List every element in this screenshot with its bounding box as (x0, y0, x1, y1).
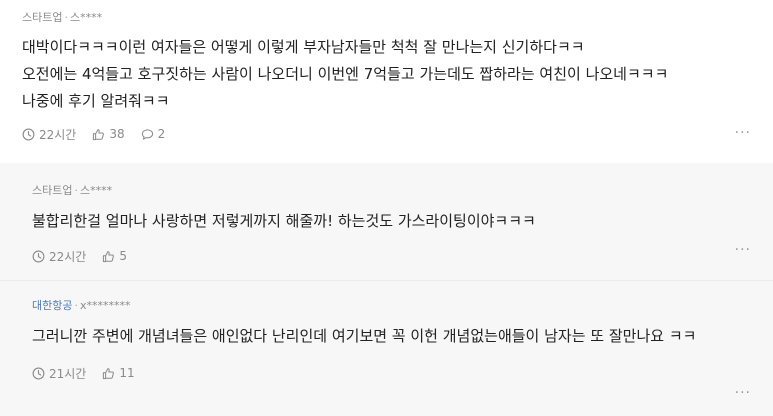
reply-actions: 21시간 11 (32, 364, 773, 382)
reply-meta: 스타트업 · 스**** (32, 183, 773, 199)
like-count: 5 (119, 249, 127, 263)
comment-icon (141, 128, 153, 140)
reply-text: 불합리한걸 얼마나 사랑하면 저렇게까지 해줄까! 하는것도 가스라이팅이야ㅋㅋ… (32, 212, 536, 230)
comment-thread: 스타트업 · 스**** 대박이다ㅋㅋㅋ이런 여자들은 어떻게 이렇게 부자남자들만… (0, 0, 773, 416)
timestamp: 22시간 (32, 248, 86, 265)
timestamp-text: 21시간 (49, 366, 87, 381)
meta-separator: · (64, 11, 68, 24)
like-count: 11 (119, 366, 135, 380)
meta-separator: · (74, 184, 78, 197)
author-name: 스**** (69, 11, 103, 24)
more-icon[interactable]: ··· (735, 126, 751, 140)
clock-icon (22, 128, 35, 140)
thumbs-up-icon (103, 367, 115, 379)
timestamp-text: 22시간 (39, 127, 77, 142)
clock-icon (32, 250, 45, 262)
comment-actions: 22시간 38 2 (22, 125, 773, 143)
clock-icon (32, 367, 45, 379)
thumbs-up-icon (103, 250, 115, 262)
author-company[interactable]: 대한항공 (32, 299, 72, 312)
like-button[interactable]: 38 (92, 127, 125, 141)
like-button[interactable]: 5 (102, 249, 127, 263)
more-icon[interactable]: ··· (735, 386, 751, 400)
reply: 스타트업 · 스**** 불합리한걸 얼마나 사랑하면 저렇게까지 해줄까! 하는것… (0, 163, 773, 280)
author-name: x******** (79, 299, 131, 312)
more-icon[interactable]: ··· (735, 243, 751, 257)
thumbs-up-icon (93, 128, 105, 140)
meta-separator: · (74, 299, 78, 312)
reply-button[interactable]: 2 (141, 127, 166, 141)
author-company[interactable]: 스타트업 (22, 11, 62, 24)
timestamp: 21시간 (32, 365, 86, 382)
reply-actions: 22시간 5 (32, 247, 773, 265)
author-name: 스**** (79, 184, 113, 197)
like-count: 38 (109, 127, 125, 141)
reply-meta: 대한항공 · x******** (32, 298, 773, 314)
comment-text: 대박이다ㅋㅋㅋ이런 여자들은 어떻게 이렇게 부자남자들만 척척 잘 만나는지 … (22, 38, 669, 110)
reply-text: 그러니깐 주변에 개념녀들은 애인없다 난리인데 여기보면 꼭 이헌 개념없는애… (32, 327, 697, 345)
like-button[interactable]: 11 (102, 366, 135, 380)
timestamp: 22시간 (22, 126, 76, 143)
comment: 스타트업 · 스**** 대박이다ㅋㅋㅋ이런 여자들은 어떻게 이렇게 부자남자들만… (0, 0, 773, 163)
author-company[interactable]: 스타트업 (32, 184, 72, 197)
comment-meta: 스타트업 · 스**** (22, 10, 773, 26)
timestamp-text: 22시간 (49, 249, 87, 264)
reply: 대한항공 · x******** 그러니깐 주변에 개념녀들은 애인없다 난리인데 … (0, 280, 773, 416)
reply-count: 2 (157, 127, 166, 141)
